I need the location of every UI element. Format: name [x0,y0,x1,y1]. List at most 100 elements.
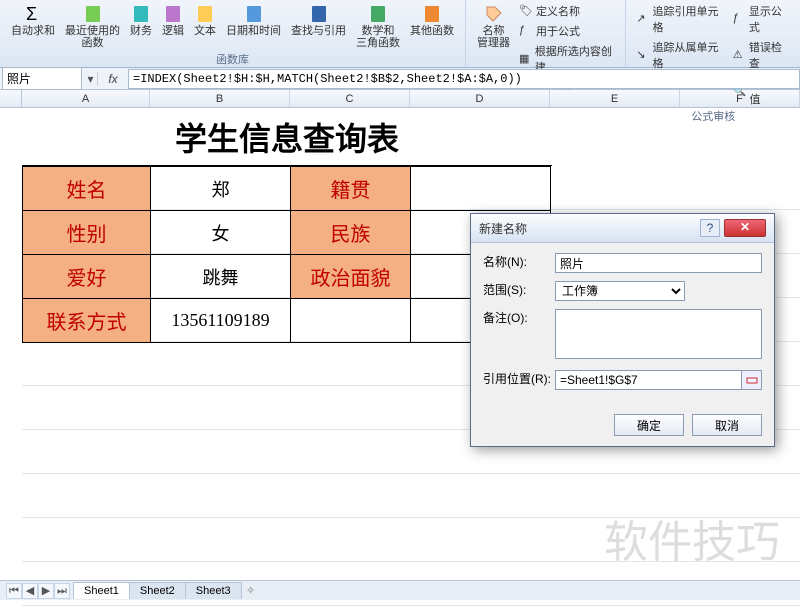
label-contact[interactable]: 联系方式 [23,299,151,343]
formula-bar: 照片 ▾ fx =INDEX(Sheet2!$H:$H,MATCH(Sheet2… [0,68,800,90]
tab-nav-last[interactable]: ⏭ [54,583,70,599]
new-name-dialog: 新建名称 ? ✕ 名称(N): 范围(S): 工作簿 备注(O): 引用位置(R… [470,213,775,447]
recent-functions-button[interactable]: 最近使用的 函数 [62,2,123,51]
ribbon-group-function-library: Σ 自动求和 最近使用的 函数 财务 逻辑 文本 日期和时间 [0,0,466,67]
fx-show-icon: ƒ [733,12,746,26]
value-hobby[interactable]: 跳舞 [151,255,291,299]
trace-dependents-button[interactable]: ↘追踪从属单元格 [634,38,726,72]
column-headers: A B C D E F [0,90,800,108]
book-teal-icon [131,4,151,24]
define-name-button[interactable]: 🏷定义名称 [517,2,617,20]
logical-button[interactable]: 逻辑 [159,2,187,51]
col-header-d[interactable]: D [410,90,550,107]
collapse-dialog-button[interactable] [742,370,762,390]
formula-input[interactable]: =INDEX(Sheet2!$H:$H,MATCH(Sheet2!$B$2,Sh… [128,69,800,89]
dialog-close-button[interactable]: ✕ [724,219,766,237]
arrow-in-icon: ↗ [636,12,649,26]
financial-label: 财务 [130,25,152,37]
grid-small-icon: ▦ [519,52,532,66]
financial-button[interactable]: 财务 [127,2,155,51]
table-row: 姓名 郑 籍贯 [23,167,551,211]
fx-small-icon: ƒ [519,24,533,38]
book-green-icon [83,4,103,24]
label-ethnic[interactable]: 民族 [291,211,411,255]
name-box-dropdown[interactable]: ▾ [84,72,98,86]
svg-text:Σ: Σ [26,4,37,24]
col-header-b[interactable]: B [150,90,290,107]
datetime-label: 日期和时间 [226,25,281,37]
math-label: 数学和 三角函数 [356,25,400,49]
text-button[interactable]: 文本 [191,2,219,51]
lookup-label: 查找与引用 [291,25,346,37]
ribbon-group-defined-names: 名称 管理器 🏷定义名称 ƒ用于公式 ▦根据所选内容创建 定义的名称 [466,0,626,67]
more-functions-button[interactable]: 其他函数 [407,2,457,51]
tag-small-icon: 🏷 [519,4,533,18]
value-contact[interactable]: 13561109189 [151,299,291,343]
value-name[interactable]: 郑 [151,167,291,211]
show-formulas-button[interactable]: ƒ显示公式 [731,2,792,36]
cell-empty[interactable] [291,299,411,343]
label-gender[interactable]: 性别 [23,211,151,255]
new-sheet-button[interactable]: ✧ [242,584,260,597]
tab-sheet3[interactable]: Sheet3 [185,582,242,599]
refers-to-input[interactable] [555,370,742,390]
autosum-button[interactable]: Σ 自动求和 [8,2,58,51]
label-name[interactable]: 姓名 [23,167,151,211]
label-native[interactable]: 籍贯 [291,167,411,211]
comment-textarea[interactable] [555,309,762,359]
more-label: 其他函数 [410,25,454,37]
col-header-e[interactable]: E [550,90,680,107]
book-yellow-icon [195,4,215,24]
select-all-corner[interactable] [0,90,22,107]
label-name-field: 名称(N): [483,253,555,270]
col-header-c[interactable]: C [290,90,410,107]
dialog-title: 新建名称 [479,220,700,237]
use-in-formula-button[interactable]: ƒ用于公式 [517,22,617,40]
sigma-icon: Σ [23,4,43,24]
name-manager-button[interactable]: 名称 管理器 [474,2,513,76]
warning-icon: ⚠ [733,48,746,62]
cancel-button[interactable]: 取消 [692,414,762,436]
value-gender[interactable]: 女 [151,211,291,255]
book-dkgreen-icon [368,4,388,24]
book-orange-icon [422,4,442,24]
name-mgr-label: 名称 管理器 [477,25,510,49]
tab-nav-first[interactable]: ⏮ [6,583,22,599]
name-box[interactable]: 照片 [2,67,82,90]
math-button[interactable]: 数学和 三角函数 [353,2,403,51]
label-hobby[interactable]: 爱好 [23,255,151,299]
label-politics[interactable]: 政治面貌 [291,255,411,299]
tag-icon [484,4,504,24]
ribbon-group-formula-auditing: ↗追踪引用单元格 ↘追踪从属单元格 ✕移去箭头 ƒ显示公式 ⚠错误检查 🔍公式求… [626,0,800,67]
lookup-button[interactable]: 查找与引用 [288,2,349,51]
ok-button[interactable]: 确定 [614,414,684,436]
autosum-label: 自动求和 [11,25,55,37]
tab-sheet2[interactable]: Sheet2 [129,582,186,599]
label-refers-to: 引用位置(R): [483,370,555,387]
col-header-a[interactable]: A [22,90,150,107]
book-navy-icon [309,4,329,24]
label-scope-field: 范围(S): [483,281,555,298]
tab-sheet1[interactable]: Sheet1 [73,582,130,599]
insert-function-button[interactable]: fx [98,72,128,86]
ribbon: Σ 自动求和 最近使用的 函数 财务 逻辑 文本 日期和时间 [0,0,800,68]
sheet-title[interactable]: 学生信息查询表 [22,108,552,166]
scope-select[interactable]: 工作簿 [555,281,685,301]
name-input[interactable] [555,253,762,273]
dialog-help-button[interactable]: ? [700,219,720,237]
group-label-functions: 函数库 [216,51,249,67]
logical-label: 逻辑 [162,25,184,37]
datetime-button[interactable]: 日期和时间 [223,2,284,51]
value-native[interactable] [411,167,551,211]
tab-nav-next[interactable]: ▶ [38,583,54,599]
dialog-titlebar[interactable]: 新建名称 ? ✕ [471,214,774,243]
trace-precedents-button[interactable]: ↗追踪引用单元格 [634,2,726,36]
error-checking-button[interactable]: ⚠错误检查 [731,38,792,72]
sheet-tab-bar: ⏮ ◀ ▶ ⏭ Sheet1 Sheet2 Sheet3 ✧ [0,580,800,600]
col-header-f[interactable]: F [680,90,800,107]
arrow-out-icon: ↘ [636,48,649,62]
tab-nav-prev[interactable]: ◀ [22,583,38,599]
label-comment-field: 备注(O): [483,309,555,326]
book-purple-icon [163,4,183,24]
recent-label: 最近使用的 函数 [65,25,120,49]
